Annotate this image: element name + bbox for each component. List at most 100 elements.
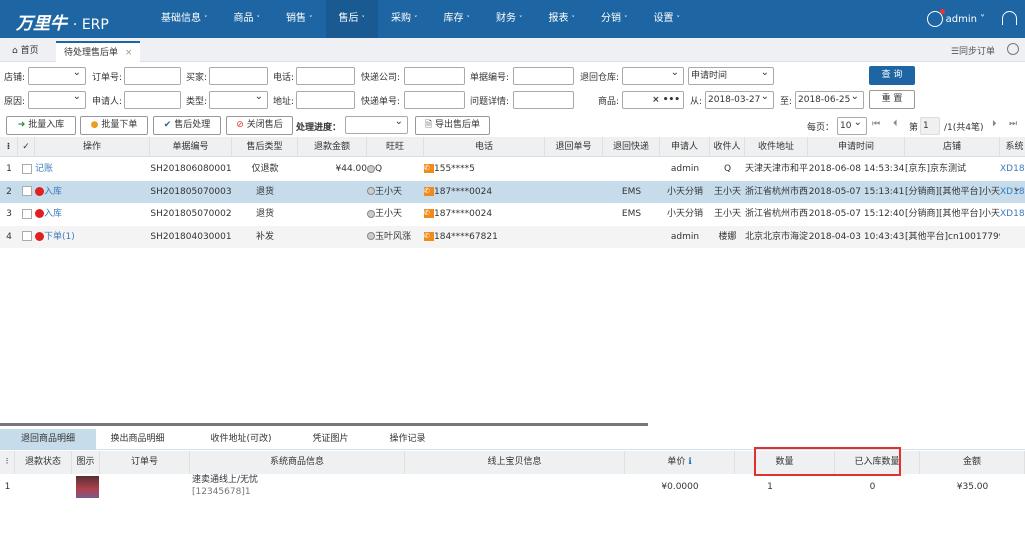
- to-date-select[interactable]: 2018-06-25: [795, 89, 864, 109]
- logo[interactable]: 万里牛 · ERP: [16, 9, 109, 34]
- row-checkbox[interactable]: [21, 163, 32, 174]
- detail-tab[interactable]: 操作记录: [370, 429, 445, 450]
- detail-column-header[interactable]: 订单号: [100, 451, 190, 474]
- phone-icon[interactable]: ✆: [424, 209, 434, 218]
- query-button[interactable]: 查 询: [869, 66, 915, 85]
- row-checkbox[interactable]: [21, 186, 32, 196]
- express-no-input[interactable]: [404, 91, 465, 109]
- action-link[interactable]: 入库: [44, 209, 62, 219]
- column-header[interactable]: 退款金额: [298, 137, 367, 157]
- column-header[interactable]: 收件人: [710, 137, 745, 157]
- order-no-input[interactable]: [124, 67, 181, 85]
- prev-page-icon[interactable]: ⏴: [893, 119, 898, 129]
- menu-item[interactable]: 库存 ˅: [431, 0, 484, 38]
- close-aftersale-button[interactable]: ⊘ 关闭售后: [226, 116, 293, 135]
- detail-tab[interactable]: 换出商品明细: [100, 429, 175, 450]
- table-row[interactable]: 1 记账 SH201806080001 仅退款 ¥44.00 Q ✆ 155****5 admi…: [0, 158, 1025, 180]
- aftersale-process-button[interactable]: ✔ 售后处理: [153, 116, 221, 135]
- table-row[interactable]: 4 下单(1) SH201804030001 补发 玉叶风涨 ✆ 184****67821 a…: [0, 225, 1025, 248]
- table-row[interactable]: 3 入库 SH201805070002 退货 王小天 ✆ 187****0024 EMS 小天分…: [0, 203, 1025, 225]
- detail-column-header[interactable]: 线上宝贝信息: [405, 451, 625, 474]
- action-link[interactable]: 下单(1): [44, 232, 75, 242]
- progress-select[interactable]: [345, 114, 408, 134]
- column-header[interactable]: 店铺: [905, 137, 1000, 157]
- menu-item[interactable]: 报表 ˅: [536, 0, 589, 38]
- detail-tab[interactable]: 收件地址(可改): [196, 429, 286, 450]
- issue-input[interactable]: [513, 91, 574, 109]
- detail-column-header[interactable]: 单价 ℹ: [625, 451, 735, 474]
- cell-sys[interactable]: XD18: [1000, 181, 1025, 203]
- column-header[interactable]: 系统: [1000, 137, 1025, 157]
- wangwang-icon[interactable]: [367, 187, 375, 195]
- action-link[interactable]: 记账: [35, 164, 53, 174]
- phone-icon[interactable]: ✆: [424, 164, 434, 173]
- first-page-icon[interactable]: ⏮: [872, 119, 880, 129]
- menu-item[interactable]: 财务 ˅: [483, 0, 536, 38]
- user-menu[interactable]: admin ˅: [926, 9, 985, 27]
- detail-row[interactable]: 1 速卖通线上/无忧 [12345678]1 ¥0.0000 1 0 ¥35.00: [0, 475, 1025, 499]
- doc-no-input[interactable]: [513, 67, 574, 85]
- table-row[interactable]: 2 入库 SH201805070003 退货 王小天 ✆ 187****0024 EMS 小天分…: [0, 178, 1025, 203]
- batch-inbound-button[interactable]: ➜ 批量入库: [6, 116, 76, 135]
- menu-item[interactable]: 商品 ˅: [221, 0, 274, 38]
- applicant-input[interactable]: [124, 91, 181, 109]
- row-checkbox[interactable]: [21, 231, 32, 241]
- sync-orders-button[interactable]: ☰同步订单: [951, 44, 995, 57]
- menu-item[interactable]: 分销 ˅: [588, 0, 641, 38]
- horizontal-scrollbar[interactable]: [0, 423, 648, 426]
- action-link[interactable]: 入库: [44, 187, 62, 197]
- column-header[interactable]: 申请时间: [808, 137, 905, 157]
- phone-icon[interactable]: ✆: [424, 186, 434, 196]
- page-input[interactable]: 1: [920, 117, 940, 135]
- menu-item[interactable]: 售后 ˅: [325, 0, 378, 38]
- detail-column-header[interactable]: ⁝: [0, 451, 15, 474]
- reason-select[interactable]: [28, 89, 86, 109]
- row-checkbox[interactable]: [21, 208, 32, 219]
- per-page-select[interactable]: 10: [837, 115, 867, 135]
- last-page-icon[interactable]: ⏭: [1009, 119, 1017, 129]
- type-select[interactable]: [209, 89, 268, 109]
- menu-item[interactable]: 采购 ˅: [378, 0, 431, 38]
- column-header[interactable]: ✓: [18, 137, 35, 157]
- address-input[interactable]: [296, 91, 355, 109]
- export-button[interactable]: 🗎 导出售后单: [415, 116, 490, 135]
- from-date-select[interactable]: 2018-03-27: [705, 89, 774, 109]
- detail-tab[interactable]: 凭证图片: [298, 429, 363, 450]
- wangwang-icon[interactable]: [367, 232, 375, 240]
- info-icon[interactable]: ℹ: [685, 457, 691, 467]
- column-header[interactable]: 单据编号: [150, 137, 232, 157]
- detail-column-header[interactable]: 系统商品信息: [190, 451, 405, 474]
- column-header[interactable]: 退回单号: [545, 137, 603, 157]
- time-type-select[interactable]: 申请时间: [688, 65, 774, 85]
- refresh-icon[interactable]: [1007, 43, 1019, 55]
- goods-input[interactable]: × •••: [622, 91, 684, 109]
- column-header[interactable]: 旺旺: [367, 137, 424, 157]
- detail-column-header[interactable]: 退款状态: [15, 451, 72, 474]
- wangwang-icon[interactable]: [367, 209, 375, 218]
- menu-item[interactable]: 基础信息 ˅: [148, 0, 221, 38]
- reset-button[interactable]: 重 置: [869, 90, 915, 109]
- batch-order-button[interactable]: ● 批量下单: [80, 116, 148, 135]
- tab-home[interactable]: ⌂ 首页: [4, 41, 47, 62]
- wangwang-icon[interactable]: [367, 164, 375, 173]
- phone-icon[interactable]: ✆: [424, 231, 434, 241]
- product-thumbnail[interactable]: [76, 476, 99, 498]
- shop-select[interactable]: [28, 65, 86, 85]
- detail-column-header[interactable]: 金额: [920, 451, 1025, 474]
- express-company-input[interactable]: [404, 67, 465, 85]
- column-header[interactable]: 退回快递: [603, 137, 660, 157]
- column-header[interactable]: 电话: [424, 137, 545, 157]
- detail-tab[interactable]: 退回商品明细: [0, 429, 96, 450]
- close-icon[interactable]: ×: [125, 48, 133, 58]
- return-warehouse-select[interactable]: [622, 65, 684, 85]
- headset-icon[interactable]: [1002, 11, 1017, 25]
- column-header[interactable]: 操作: [35, 137, 150, 157]
- menu-item[interactable]: 销售 ˅: [273, 0, 326, 38]
- phone-input[interactable]: [296, 67, 355, 85]
- column-header[interactable]: 申请人: [660, 137, 710, 157]
- detail-column-header[interactable]: 图示: [72, 451, 100, 474]
- column-header[interactable]: 售后类型: [232, 137, 298, 157]
- cell-sys[interactable]: XD18: [1000, 203, 1025, 225]
- column-header[interactable]: 收件地址: [745, 137, 808, 157]
- column-header[interactable]: ⁝: [0, 137, 18, 157]
